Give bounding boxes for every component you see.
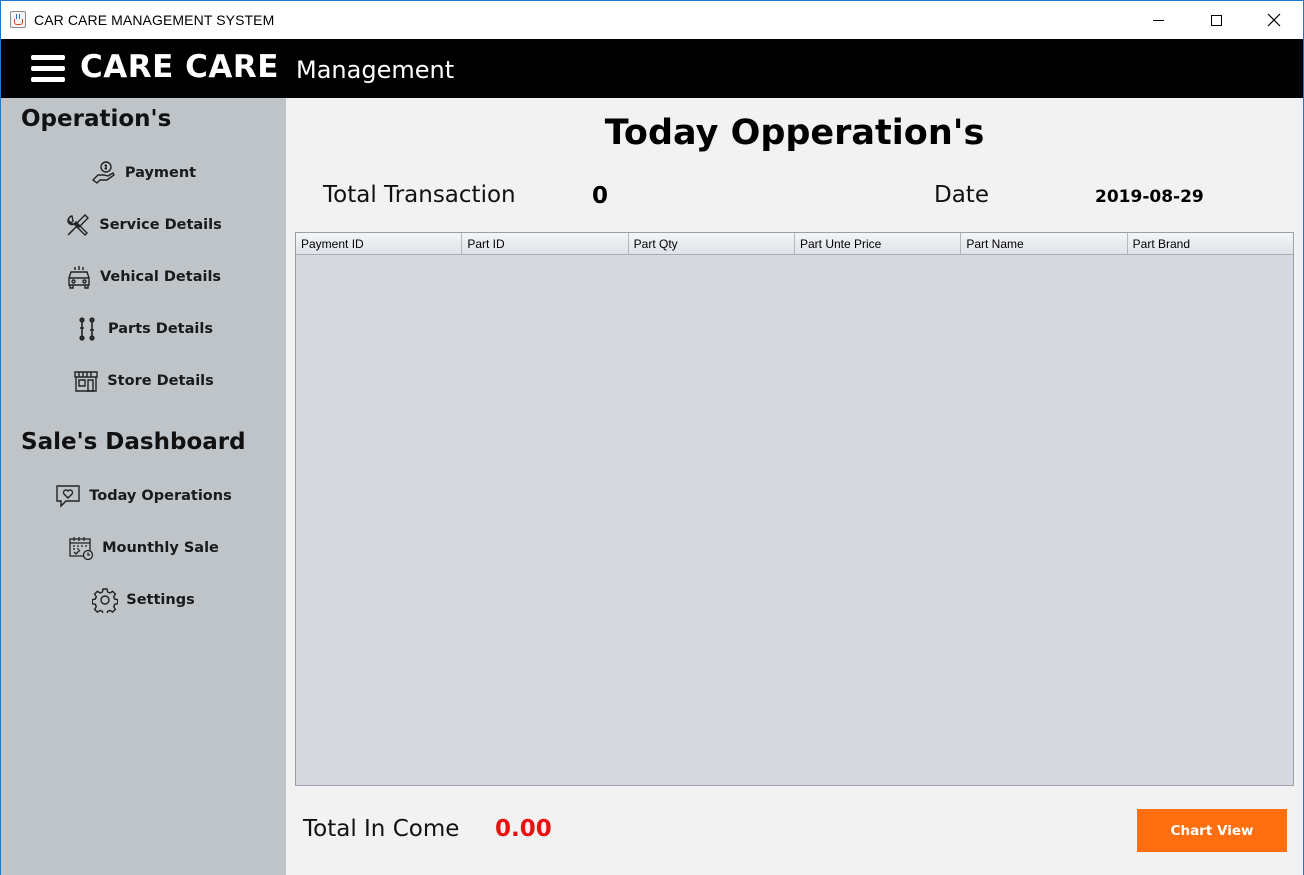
window-title: CAR CARE MANAGEMENT SYSTEM: [34, 12, 275, 28]
column-header-part-name[interactable]: Part Name: [961, 233, 1128, 254]
store-icon: [73, 368, 99, 394]
chart-view-button[interactable]: Chart View: [1137, 809, 1287, 852]
maximize-icon: [1210, 14, 1222, 26]
minimize-button[interactable]: [1129, 1, 1187, 39]
page-title: Today Opperation's: [604, 113, 985, 153]
payment-hand-icon: [91, 160, 117, 186]
title-bar[interactable]: CAR CARE MANAGEMENT SYSTEM: [1, 1, 1303, 39]
operations-table[interactable]: Payment ID Part ID Part Qty Part Unte Pr…: [295, 232, 1294, 786]
calendar-check-icon: [68, 535, 94, 561]
brand-subtitle: Management: [296, 56, 455, 84]
app-header: CARE CARE Management: [1, 39, 1303, 98]
sidebar-item-label: Today Operations: [89, 488, 232, 504]
sidebar-item-label: Parts Details: [108, 321, 213, 337]
java-app-icon: [10, 11, 26, 28]
sidebar-item-label: Store Details: [107, 373, 214, 389]
total-income-value: 0.00: [495, 816, 552, 842]
sidebar-item-settings[interactable]: Settings: [1, 582, 286, 618]
sidebar-item-label: Mounthly Sale: [102, 540, 219, 556]
total-transaction-value: 0: [592, 183, 609, 209]
column-header-part-brand[interactable]: Part Brand: [1128, 233, 1293, 254]
total-income-label: Total In Come: [303, 816, 460, 842]
close-icon: [1267, 13, 1281, 27]
parts-icon: [74, 316, 100, 342]
sidebar-item-service-details[interactable]: Service Details: [1, 207, 286, 243]
sidebar-item-label: Settings: [126, 592, 195, 608]
sidebar-item-parts-details[interactable]: Parts Details: [1, 311, 286, 347]
sidebar: Operation's Payment Service Details Vehi…: [1, 98, 286, 875]
wrench-screwdriver-icon: [65, 212, 91, 238]
column-header-payment-id[interactable]: Payment ID: [296, 233, 463, 254]
minimize-icon: [1152, 19, 1164, 21]
table-header: Payment ID Part ID Part Qty Part Unte Pr…: [296, 233, 1293, 255]
brand-title: CARE CARE: [80, 49, 279, 85]
operations-section-title: Operation's: [21, 106, 172, 132]
sidebar-item-store-details[interactable]: Store Details: [1, 363, 286, 399]
sidebar-item-today-operations[interactable]: Today Operations: [1, 478, 286, 514]
car-icon: [66, 264, 92, 290]
dashboard-section-title: Sale's Dashboard: [21, 429, 246, 455]
sidebar-item-label: Service Details: [99, 217, 222, 233]
column-header-part-unit-price[interactable]: Part Unte Price: [795, 233, 962, 254]
sidebar-item-payment[interactable]: Payment: [1, 155, 286, 191]
column-header-part-qty[interactable]: Part Qty: [629, 233, 795, 254]
sidebar-item-mounthly-sale[interactable]: Mounthly Sale: [1, 530, 286, 566]
sidebar-item-label: Vehical Details: [99, 269, 222, 285]
total-transaction-label: Total Transaction: [323, 182, 516, 208]
date-label: Date: [934, 182, 989, 208]
sidebar-item-label: Payment: [124, 165, 197, 181]
gear-icon: [92, 587, 119, 613]
sidebar-item-vehical-details[interactable]: Vehical Details: [1, 259, 286, 295]
hamburger-menu-icon[interactable]: [31, 55, 65, 83]
app-window: CAR CARE MANAGEMENT SYSTEM CARE CARE Man…: [0, 0, 1304, 875]
close-button[interactable]: [1245, 1, 1303, 39]
column-header-part-id[interactable]: Part ID: [462, 233, 629, 254]
maximize-button[interactable]: [1187, 1, 1245, 39]
heart-chat-icon: [55, 483, 81, 509]
main-panel: Today Opperation's Total Transaction 0 D…: [286, 98, 1303, 875]
date-value: 2019-08-29: [1095, 187, 1204, 207]
